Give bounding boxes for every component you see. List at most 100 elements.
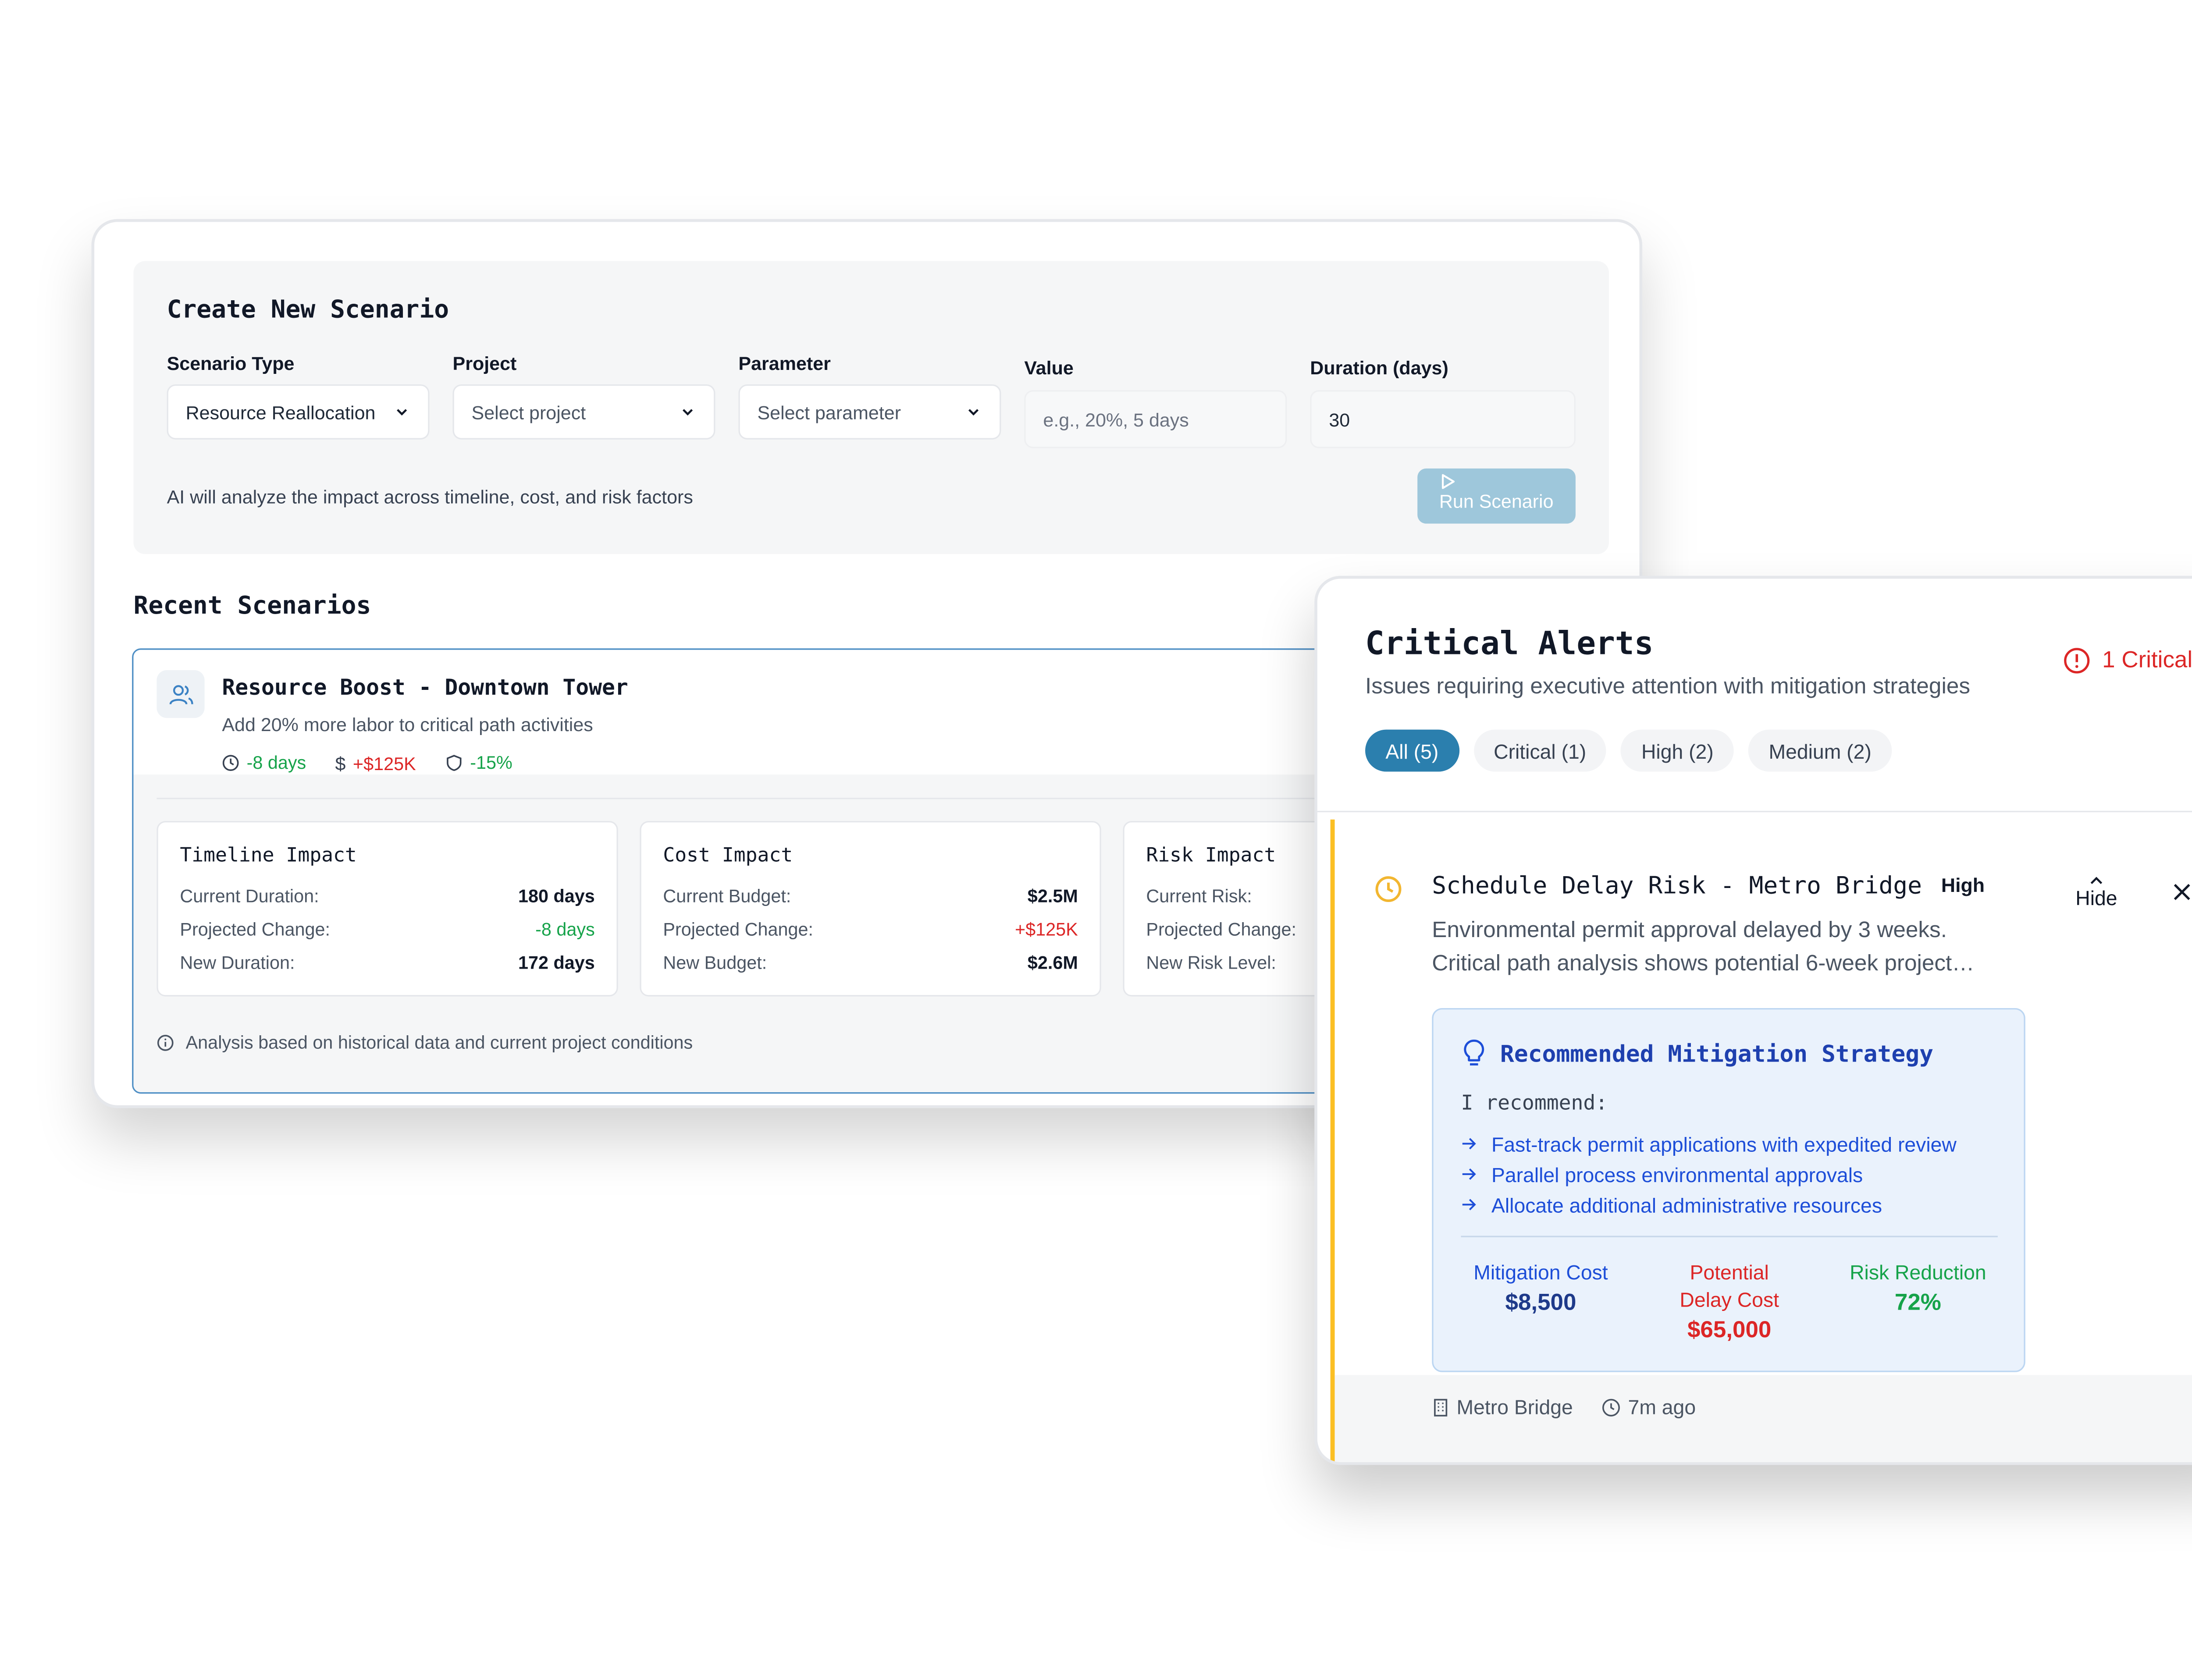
impact-value: -8 days	[535, 919, 595, 939]
time-metric: -8 days	[222, 753, 306, 773]
mitigation-lead: I recommend:	[1461, 1092, 1608, 1115]
project-field: Project Select project	[452, 352, 715, 440]
alerts-divider	[1317, 810, 2192, 813]
scenario-type-select[interactable]: Resource Reallocation	[167, 384, 430, 440]
critical-alerts-subtitle: Issues requiring executive attention wit…	[1365, 674, 1971, 700]
alert-description: Environmental permit approval delayed by…	[1432, 918, 1975, 977]
time-metric-value: -8 days	[246, 753, 306, 773]
mitigation-title: Recommended Mitigation Strategy	[1500, 1040, 1934, 1068]
analysis-footnote: Analysis based on historical data and cu…	[157, 1033, 693, 1053]
impact-label: Projected Change:	[663, 919, 814, 939]
impact-value: $2.6M	[1027, 952, 1078, 973]
duration-value: 30	[1329, 408, 1350, 430]
mitigation-steps: Fast-track permit applications with expe…	[1461, 1129, 1957, 1220]
filter-high[interactable]: High (2)	[1621, 729, 1734, 772]
value-placeholder: e.g., 20%, 5 days	[1043, 408, 1189, 430]
scenario-type-label: Scenario Type	[167, 352, 295, 374]
duration-label: Duration (days)	[1310, 357, 1448, 379]
chevron-down-icon	[679, 403, 697, 421]
risk-metric-value: -15%	[470, 753, 512, 773]
alert-filters: All (5) Critical (1) High (2) Medium (2)	[1365, 729, 1892, 772]
impact-label: Current Duration:	[180, 885, 319, 906]
timeline-impact-title: Timeline Impact	[180, 844, 357, 867]
impact-row: New Budget: $2.6M	[663, 946, 1078, 979]
hide-button[interactable]: Hide	[2073, 873, 2120, 908]
chevron-down-icon	[965, 403, 982, 421]
mitigation-card: Recommended Mitigation Strategy I recomm…	[1432, 1008, 2025, 1372]
alert-circle-icon	[2063, 647, 2091, 675]
impact-label: New Duration:	[180, 952, 295, 973]
cost-impact-card: Cost Impact Current Budget: $2.5M Project…	[640, 821, 1101, 997]
close-icon[interactable]	[2172, 882, 2192, 902]
create-scenario-title: Create New Scenario	[167, 296, 449, 325]
mitigation-divider	[1461, 1236, 1998, 1237]
filter-medium[interactable]: Medium (2)	[1748, 729, 1892, 772]
impact-row: New Duration: 172 days	[180, 946, 594, 979]
play-icon	[1439, 473, 1576, 490]
severity-badge: High	[1941, 874, 1985, 897]
impact-label: Projected Change:	[180, 919, 331, 939]
value-label: Value	[1024, 357, 1074, 379]
filter-all[interactable]: All (5)	[1365, 729, 1459, 772]
clock-icon	[222, 754, 239, 772]
mitigation-step-text: Allocate additional administrative resou…	[1491, 1193, 1882, 1216]
impact-label: Current Budget:	[663, 885, 791, 906]
scenario-type-field: Scenario Type Resource Reallocation	[167, 352, 430, 440]
alerts-window: Critical Alerts Issues requiring executi…	[1314, 575, 2192, 1465]
mitigation-cost-value: $8,500	[1505, 1291, 1576, 1316]
alert-location-text: Metro Bridge	[1456, 1395, 1573, 1419]
parameter-select[interactable]: Select parameter	[738, 384, 1001, 440]
clock-icon	[1374, 875, 1403, 904]
cost-metric: $ +$125K	[335, 753, 416, 775]
dollar-icon: $	[335, 753, 346, 775]
risk-reduction-value: 72%	[1894, 1291, 1941, 1316]
mitigation-step-text: Fast-track permit applications with expe…	[1491, 1132, 1957, 1155]
project-select[interactable]: Select project	[452, 384, 715, 440]
impact-value: $2.5M	[1027, 885, 1078, 906]
critical-alerts-title: Critical Alerts	[1365, 626, 1654, 663]
alert-item[interactable]: Schedule Delay Risk - Metro Bridge High …	[1330, 819, 2192, 1462]
mitigation-step-text: Parallel process environmental approvals	[1491, 1162, 1863, 1186]
analysis-footnote-text: Analysis based on historical data and cu…	[185, 1033, 693, 1053]
impact-label: New Budget:	[663, 952, 767, 973]
timeline-impact-card: Timeline Impact Current Duration: 180 day…	[157, 821, 618, 997]
users-icon	[157, 670, 205, 718]
risk-reduction-label: Risk Reduction	[1850, 1260, 1986, 1284]
alert-meta: Metro Bridge 7m ago	[1432, 1395, 1696, 1419]
value-field: Value e.g., 20%, 5 days	[1024, 357, 1287, 448]
list-item: Fast-track permit applications with expe…	[1461, 1129, 1957, 1159]
impact-value: +$125K	[1015, 919, 1078, 939]
impact-label: New Risk Level:	[1146, 952, 1276, 973]
delay-cost-value: $65,000	[1687, 1318, 1772, 1343]
value-input[interactable]: e.g., 20%, 5 days	[1024, 390, 1287, 448]
arrow-right-icon	[1461, 1166, 1477, 1182]
run-scenario-label: Run Scenario	[1439, 490, 1554, 512]
filter-critical[interactable]: Critical (1)	[1473, 729, 1607, 772]
mitigation-cost-label: Mitigation Cost	[1473, 1260, 1608, 1284]
alert-location: Metro Bridge	[1432, 1395, 1573, 1419]
lightbulb-icon	[1461, 1038, 1487, 1067]
scenario-name: Resource Boost - Downtown Tower	[222, 674, 628, 701]
impact-row: Current Budget: $2.5M	[663, 879, 1078, 912]
scenario-description: Add 20% more labor to critical path acti…	[222, 714, 593, 735]
project-placeholder: Select project	[471, 401, 586, 423]
duration-input[interactable]: 30	[1310, 390, 1576, 448]
run-scenario-button[interactable]: Run Scenario	[1417, 468, 1576, 524]
alert-title: Schedule Delay Risk - Metro Bridge	[1432, 871, 1922, 899]
info-icon	[157, 1034, 174, 1052]
impact-row: Current Duration: 180 days	[180, 879, 594, 912]
risk-reduction-stat: Risk Reduction 72%	[1824, 1259, 2012, 1317]
delay-cost-stat: Potential Delay Cost $65,000	[1635, 1259, 1824, 1344]
impact-label: Projected Change:	[1146, 919, 1297, 939]
analysis-note: AI will analyze the impact across timeli…	[167, 486, 693, 508]
parameter-label: Parameter	[738, 352, 831, 374]
mitigation-cost-stat: Mitigation Cost $8,500	[1446, 1259, 1635, 1317]
impact-value: 172 days	[518, 952, 595, 973]
impact-row: Projected Change: +$125K	[663, 913, 1078, 946]
alert-time-text: 7m ago	[1628, 1395, 1696, 1419]
alert-footer-band	[1334, 1375, 2192, 1462]
list-item: Parallel process environmental approvals	[1461, 1159, 1956, 1189]
cost-impact-title: Cost Impact	[663, 844, 793, 867]
duration-field: Duration (days) 30	[1310, 357, 1576, 448]
project-label: Project	[452, 352, 517, 374]
